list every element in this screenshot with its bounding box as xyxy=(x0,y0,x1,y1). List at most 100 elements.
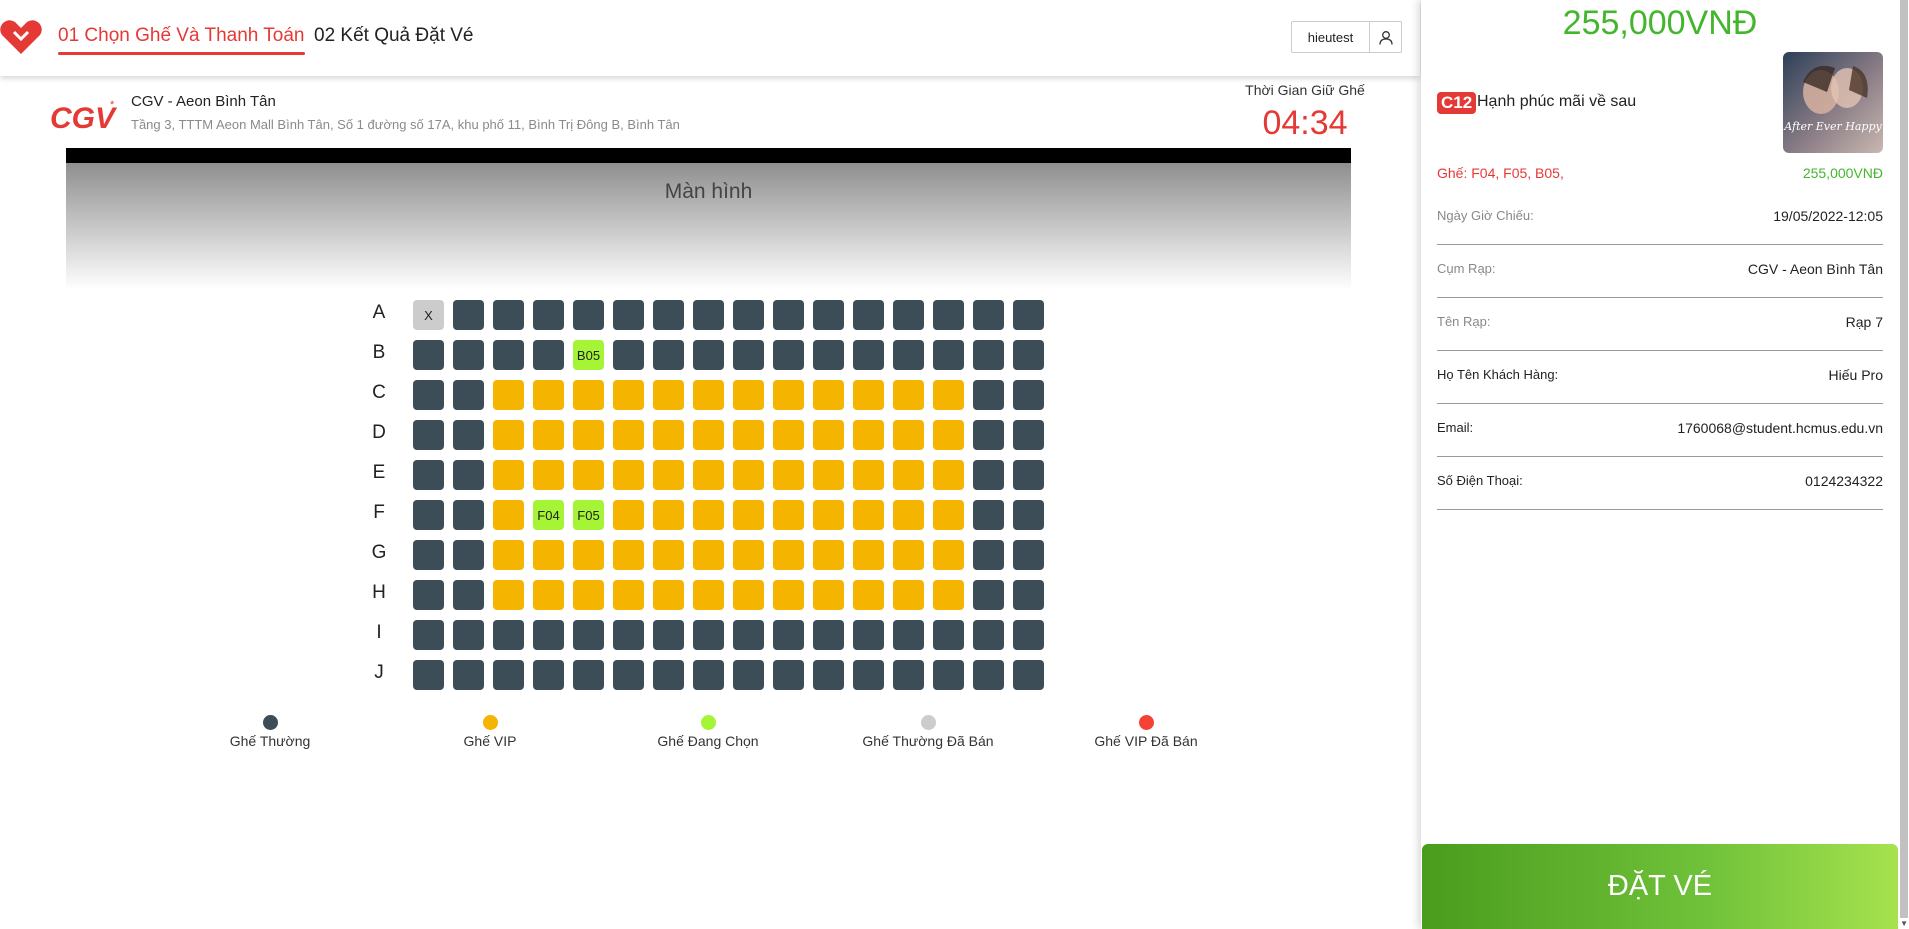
seat-c13[interactable] xyxy=(893,380,924,410)
seat-c01[interactable] xyxy=(413,380,444,410)
seat-i04[interactable] xyxy=(533,620,564,650)
seat-j05[interactable] xyxy=(573,660,604,690)
seat-a06[interactable] xyxy=(613,300,644,330)
seat-i14[interactable] xyxy=(933,620,964,650)
seat-a03[interactable] xyxy=(493,300,524,330)
seat-d10[interactable] xyxy=(773,420,804,450)
seat-i01[interactable] xyxy=(413,620,444,650)
seat-d15[interactable] xyxy=(973,420,1004,450)
seat-a09[interactable] xyxy=(733,300,764,330)
seat-i15[interactable] xyxy=(973,620,1004,650)
seat-j08[interactable] xyxy=(693,660,724,690)
seat-g04[interactable] xyxy=(533,540,564,570)
seat-i08[interactable] xyxy=(693,620,724,650)
seat-f14[interactable] xyxy=(933,500,964,530)
seat-e07[interactable] xyxy=(653,460,684,490)
seat-c12[interactable] xyxy=(853,380,884,410)
seat-h01[interactable] xyxy=(413,580,444,610)
scrollbar[interactable]: ▼ xyxy=(1899,0,1909,929)
seat-g09[interactable] xyxy=(733,540,764,570)
seat-c05[interactable] xyxy=(573,380,604,410)
seat-f01[interactable] xyxy=(413,500,444,530)
seat-j01[interactable] xyxy=(413,660,444,690)
seat-j12[interactable] xyxy=(853,660,884,690)
seat-e16[interactable] xyxy=(1013,460,1044,490)
book-ticket-button[interactable]: ĐẶT VÉ xyxy=(1422,844,1898,929)
seat-e05[interactable] xyxy=(573,460,604,490)
seat-a15[interactable] xyxy=(973,300,1004,330)
seat-j02[interactable] xyxy=(453,660,484,690)
seat-c04[interactable] xyxy=(533,380,564,410)
seat-h12[interactable] xyxy=(853,580,884,610)
seat-i02[interactable] xyxy=(453,620,484,650)
seat-h07[interactable] xyxy=(653,580,684,610)
seat-c07[interactable] xyxy=(653,380,684,410)
seat-c02[interactable] xyxy=(453,380,484,410)
seat-b09[interactable] xyxy=(733,340,764,370)
seat-j04[interactable] xyxy=(533,660,564,690)
seat-h05[interactable] xyxy=(573,580,604,610)
seat-b12[interactable] xyxy=(853,340,884,370)
seat-a11[interactable] xyxy=(813,300,844,330)
seat-g13[interactable] xyxy=(893,540,924,570)
seat-d09[interactable] xyxy=(733,420,764,450)
seat-a02[interactable] xyxy=(453,300,484,330)
seat-b10[interactable] xyxy=(773,340,804,370)
seat-b06[interactable] xyxy=(613,340,644,370)
seat-f12[interactable] xyxy=(853,500,884,530)
seat-d11[interactable] xyxy=(813,420,844,450)
seat-i09[interactable] xyxy=(733,620,764,650)
seat-g03[interactable] xyxy=(493,540,524,570)
seat-e11[interactable] xyxy=(813,460,844,490)
seat-f04[interactable]: F04 xyxy=(533,500,564,530)
seat-c09[interactable] xyxy=(733,380,764,410)
seat-f09[interactable] xyxy=(733,500,764,530)
seat-h09[interactable] xyxy=(733,580,764,610)
seat-i16[interactable] xyxy=(1013,620,1044,650)
seat-e09[interactable] xyxy=(733,460,764,490)
seat-j13[interactable] xyxy=(893,660,924,690)
seat-g11[interactable] xyxy=(813,540,844,570)
seat-d01[interactable] xyxy=(413,420,444,450)
seat-j03[interactable] xyxy=(493,660,524,690)
seat-e08[interactable] xyxy=(693,460,724,490)
seat-i07[interactable] xyxy=(653,620,684,650)
seat-g08[interactable] xyxy=(693,540,724,570)
step-booking-result-tab[interactable]: 02 Kết Quả Đặt Vé xyxy=(314,24,474,48)
seat-g10[interactable] xyxy=(773,540,804,570)
seat-e01[interactable] xyxy=(413,460,444,490)
seat-h04[interactable] xyxy=(533,580,564,610)
seat-j16[interactable] xyxy=(1013,660,1044,690)
seat-c15[interactable] xyxy=(973,380,1004,410)
seat-j15[interactable] xyxy=(973,660,1004,690)
seat-f10[interactable] xyxy=(773,500,804,530)
seat-a05[interactable] xyxy=(573,300,604,330)
seat-e06[interactable] xyxy=(613,460,644,490)
seat-c14[interactable] xyxy=(933,380,964,410)
seat-b16[interactable] xyxy=(1013,340,1044,370)
seat-d05[interactable] xyxy=(573,420,604,450)
seat-e13[interactable] xyxy=(893,460,924,490)
seat-f06[interactable] xyxy=(613,500,644,530)
seat-b03[interactable] xyxy=(493,340,524,370)
seat-h11[interactable] xyxy=(813,580,844,610)
seat-b13[interactable] xyxy=(893,340,924,370)
seat-c10[interactable] xyxy=(773,380,804,410)
seat-g05[interactable] xyxy=(573,540,604,570)
user-account-box[interactable]: hieutest xyxy=(1291,21,1402,53)
seat-b07[interactable] xyxy=(653,340,684,370)
seat-a16[interactable] xyxy=(1013,300,1044,330)
seat-f03[interactable] xyxy=(493,500,524,530)
seat-h14[interactable] xyxy=(933,580,964,610)
seat-d12[interactable] xyxy=(853,420,884,450)
seat-d13[interactable] xyxy=(893,420,924,450)
seat-b14[interactable] xyxy=(933,340,964,370)
seat-a07[interactable] xyxy=(653,300,684,330)
seat-b04[interactable] xyxy=(533,340,564,370)
seat-g15[interactable] xyxy=(973,540,1004,570)
seat-b01[interactable] xyxy=(413,340,444,370)
user-icon[interactable] xyxy=(1370,22,1401,52)
seat-c06[interactable] xyxy=(613,380,644,410)
scrollbar-thumb[interactable] xyxy=(1900,0,1908,918)
seat-h15[interactable] xyxy=(973,580,1004,610)
